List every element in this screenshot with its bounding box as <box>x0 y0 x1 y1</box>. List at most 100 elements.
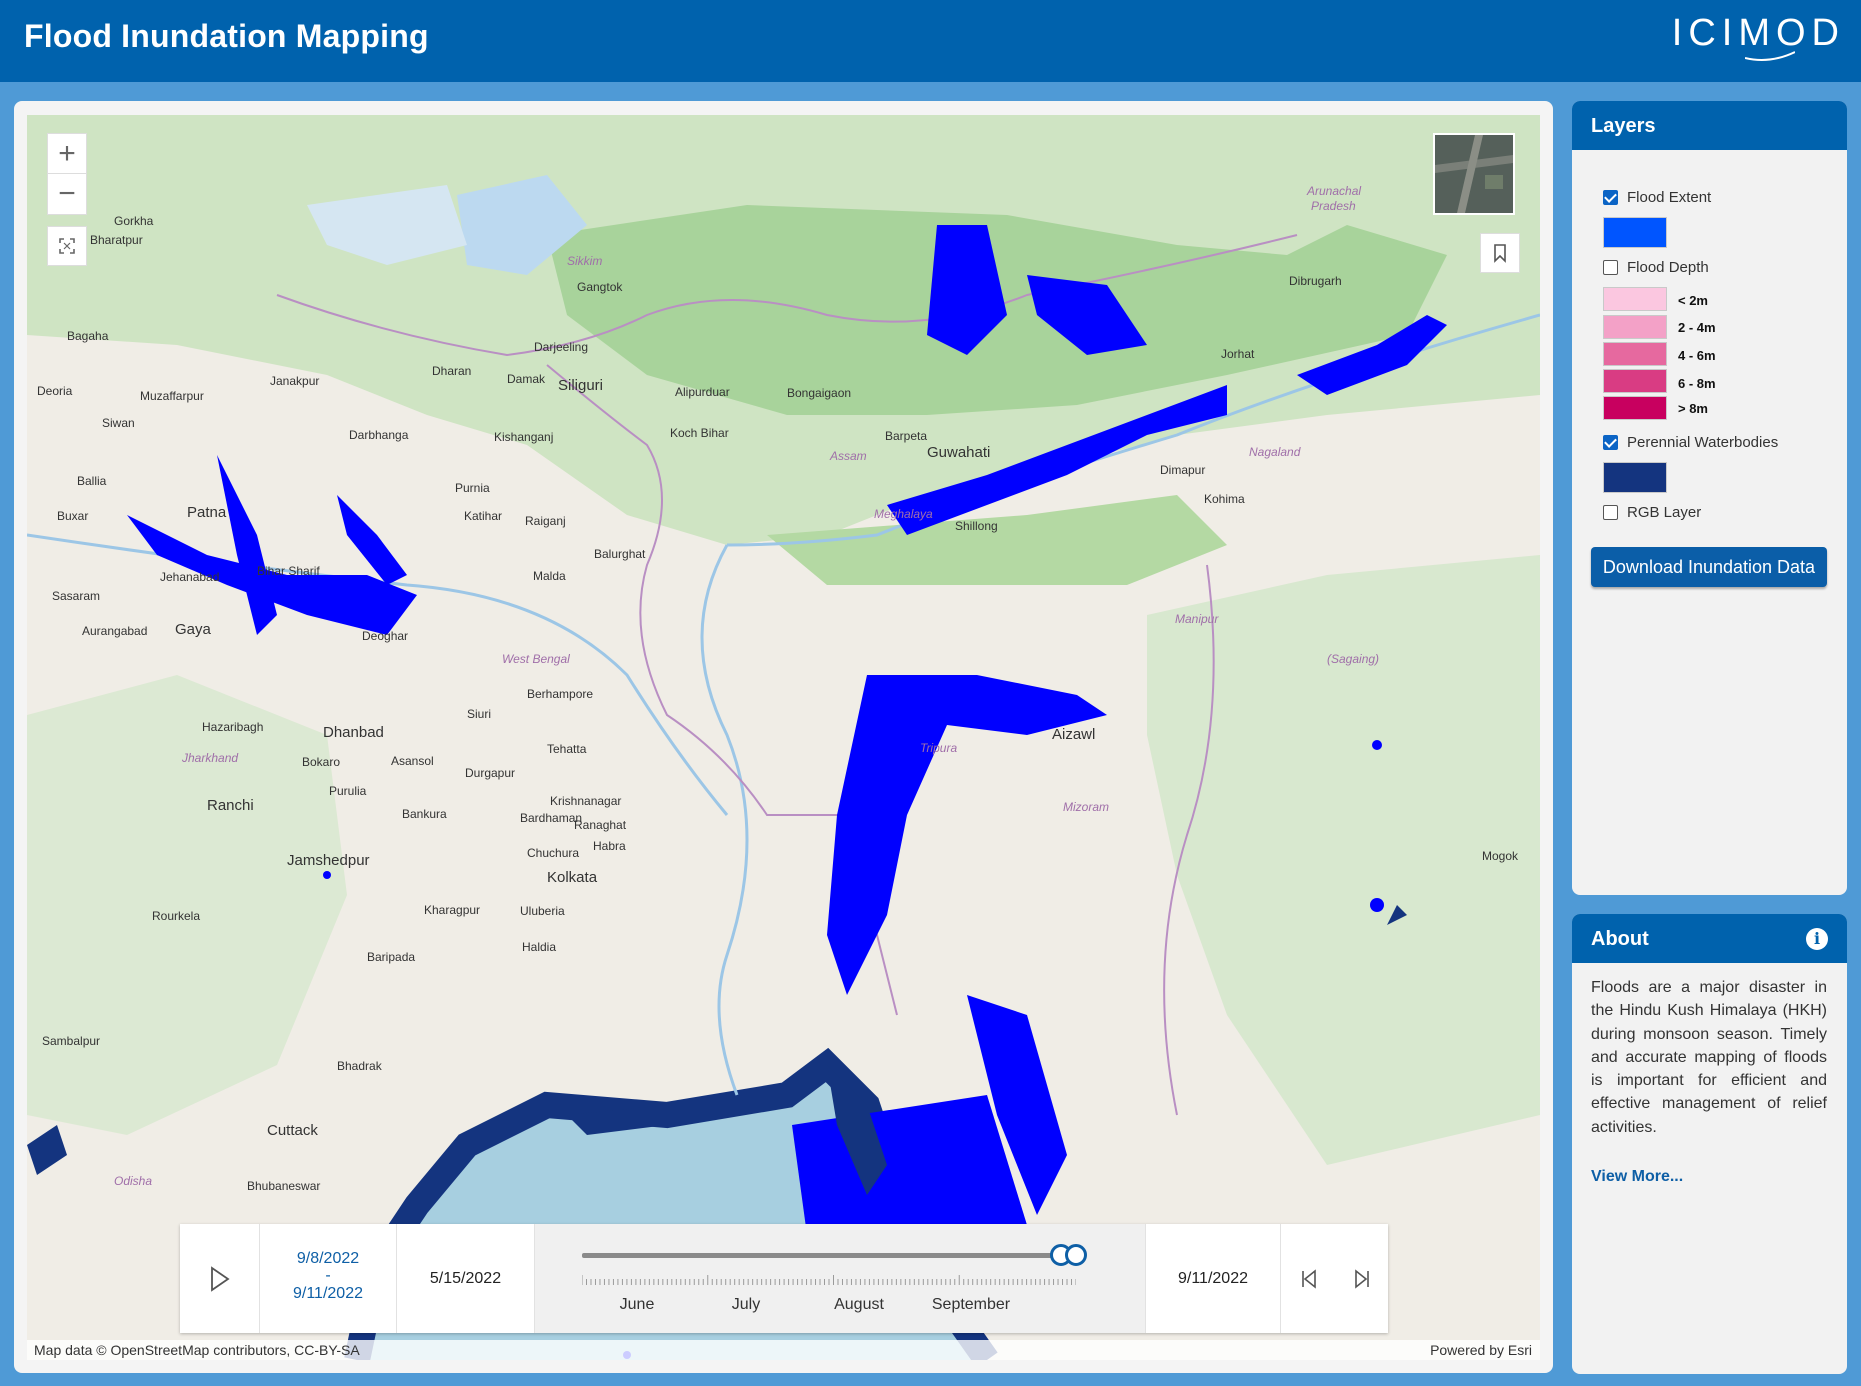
info-icon[interactable]: i <box>1806 928 1828 950</box>
place-label: Ballia <box>77 474 107 488</box>
current-date-separator: - <box>325 1267 331 1284</box>
bookmark-button[interactable] <box>1480 233 1520 273</box>
zoom-control: + − <box>47 133 87 215</box>
depth-label: 6 - 8m <box>1678 376 1716 391</box>
place-label: Mogok <box>1482 849 1519 863</box>
icimod-logo[interactable]: ICIMOD <box>1672 12 1845 55</box>
place-label: Alipurduar <box>675 385 730 399</box>
fullscreen-button[interactable] <box>47 226 87 266</box>
place-label: Odisha <box>114 1174 152 1188</box>
place-label: Uluberia <box>520 904 565 918</box>
bookmark-icon <box>1494 244 1506 263</box>
place-label: West Bengal <box>502 652 570 666</box>
about-title: About <box>1591 928 1649 950</box>
place-label: Habra <box>593 839 626 853</box>
zoom-out-button[interactable]: − <box>48 174 86 214</box>
place-label: Purnia <box>455 481 490 495</box>
map-view[interactable]: Gorkha Bharatpur Bagaha Deoria Siwan Bal… <box>27 115 1540 1360</box>
place-label: Koch Bihar <box>670 426 729 440</box>
current-time-extent: 9/8/2022 - 9/11/2022 <box>260 1224 397 1333</box>
basemap-toggle[interactable] <box>1433 133 1515 215</box>
place-label: Aurangabad <box>82 624 147 638</box>
current-end-date: 9/11/2022 <box>293 1285 363 1302</box>
place-label: Dhanbad <box>323 724 384 741</box>
slider-thumb-end[interactable] <box>1065 1244 1087 1266</box>
view-more-link[interactable]: View More... <box>1591 1168 1683 1186</box>
layer-label: RGB Layer <box>1627 504 1702 521</box>
place-label: Deoghar <box>362 629 408 643</box>
layer-flood-extent[interactable]: Flood Extent <box>1603 189 1711 206</box>
place-label: Assam <box>829 449 867 463</box>
place-label: Bhadrak <box>337 1059 383 1073</box>
place-label: Balurghat <box>594 547 646 561</box>
place-label: Tripura <box>920 741 957 755</box>
place-label: Malda <box>533 569 566 583</box>
month-label-august: August <box>834 1296 884 1313</box>
place-label: Sikkim <box>567 254 602 268</box>
satellite-thumbnail-icon <box>1435 135 1513 213</box>
place-label: Bharatpur <box>90 233 143 247</box>
place-label: Sasaram <box>52 589 100 603</box>
place-label: Dibrugarh <box>1289 274 1342 288</box>
place-label: Dimapur <box>1160 463 1205 477</box>
flood-extent-checkbox[interactable] <box>1603 190 1618 205</box>
place-label: Aizawl <box>1052 726 1095 743</box>
download-inundation-button[interactable]: Download Inundation Data <box>1591 547 1827 587</box>
app-title: Flood Inundation Mapping <box>24 18 429 54</box>
place-label: Darjeeling <box>534 340 588 354</box>
layer-rgb[interactable]: RGB Layer <box>1603 504 1701 521</box>
slider-track[interactable] <box>582 1253 1076 1258</box>
place-label: Barpeta <box>885 429 927 443</box>
place-label: Meghalaya <box>874 507 933 521</box>
layer-label: Flood Extent <box>1627 189 1712 206</box>
zoom-in-button[interactable]: + <box>48 134 86 174</box>
waterbodies-swatch <box>1603 462 1667 493</box>
rgb-layer-checkbox[interactable] <box>1603 505 1618 520</box>
place-label: Janakpur <box>270 374 319 388</box>
depth-label: > 8m <box>1678 401 1708 416</box>
depth-label: < 2m <box>1678 293 1708 308</box>
place-label: Katihar <box>464 509 502 523</box>
layer-perennial-waterbodies[interactable]: Perennial Waterbodies <box>1603 434 1778 451</box>
layer-flood-depth[interactable]: Flood Depth <box>1603 259 1709 276</box>
place-label: Ranaghat <box>574 818 627 832</box>
about-panel: About i Floods are a major disaster in t… <box>1572 914 1847 1374</box>
slider-max-date: 9/11/2022 <box>1145 1224 1281 1333</box>
next-step-button[interactable] <box>1336 1224 1388 1333</box>
slider-track-area[interactable]: June July August September <box>535 1224 1145 1333</box>
place-label: Patna <box>187 504 227 521</box>
place-label: Gorkha <box>114 214 154 228</box>
place-label: Jamshedpur <box>287 852 370 869</box>
place-label: Haldia <box>522 940 556 954</box>
flood-depth-checkbox[interactable] <box>1603 260 1618 275</box>
place-label: Deoria <box>37 384 73 398</box>
depth-label: 4 - 6m <box>1678 348 1716 363</box>
place-label: Rourkela <box>152 909 200 923</box>
depth-label: 2 - 4m <box>1678 320 1716 335</box>
place-label: Manipur <box>1175 612 1219 626</box>
about-panel-title: About i <box>1572 914 1847 963</box>
place-label: Muzaffarpur <box>140 389 204 403</box>
place-label: Nagaland <box>1249 445 1301 459</box>
depth-swatch-4-6 <box>1603 342 1667 366</box>
fullscreen-icon <box>59 238 75 254</box>
perennial-waterbodies-checkbox[interactable] <box>1603 435 1618 450</box>
place-label: Bongaigaon <box>787 386 851 400</box>
attribution-osm[interactable]: Map data © OpenStreetMap contributors, C… <box>34 1342 360 1358</box>
place-label: Tehatta <box>547 742 587 756</box>
place-label: Siliguri <box>558 377 603 394</box>
place-label: Sambalpur <box>42 1034 100 1048</box>
slider-min-date: 5/15/2022 <box>397 1224 535 1333</box>
place-label: Bagaha <box>67 329 109 343</box>
attribution-esri[interactable]: Powered by Esri <box>1430 1342 1532 1358</box>
basemap: Gorkha Bharatpur Bagaha Deoria Siwan Bal… <box>27 115 1540 1360</box>
play-button[interactable] <box>180 1224 260 1333</box>
place-label: Dharan <box>432 364 471 378</box>
place-label: Chuchura <box>527 846 579 860</box>
place-label: Bardhaman <box>520 811 582 825</box>
place-label: Bokaro <box>302 755 340 769</box>
layer-label: Flood Depth <box>1627 259 1709 276</box>
previous-step-button[interactable] <box>1281 1224 1336 1333</box>
place-label: Shillong <box>955 519 998 533</box>
month-label-june: June <box>619 1296 655 1313</box>
